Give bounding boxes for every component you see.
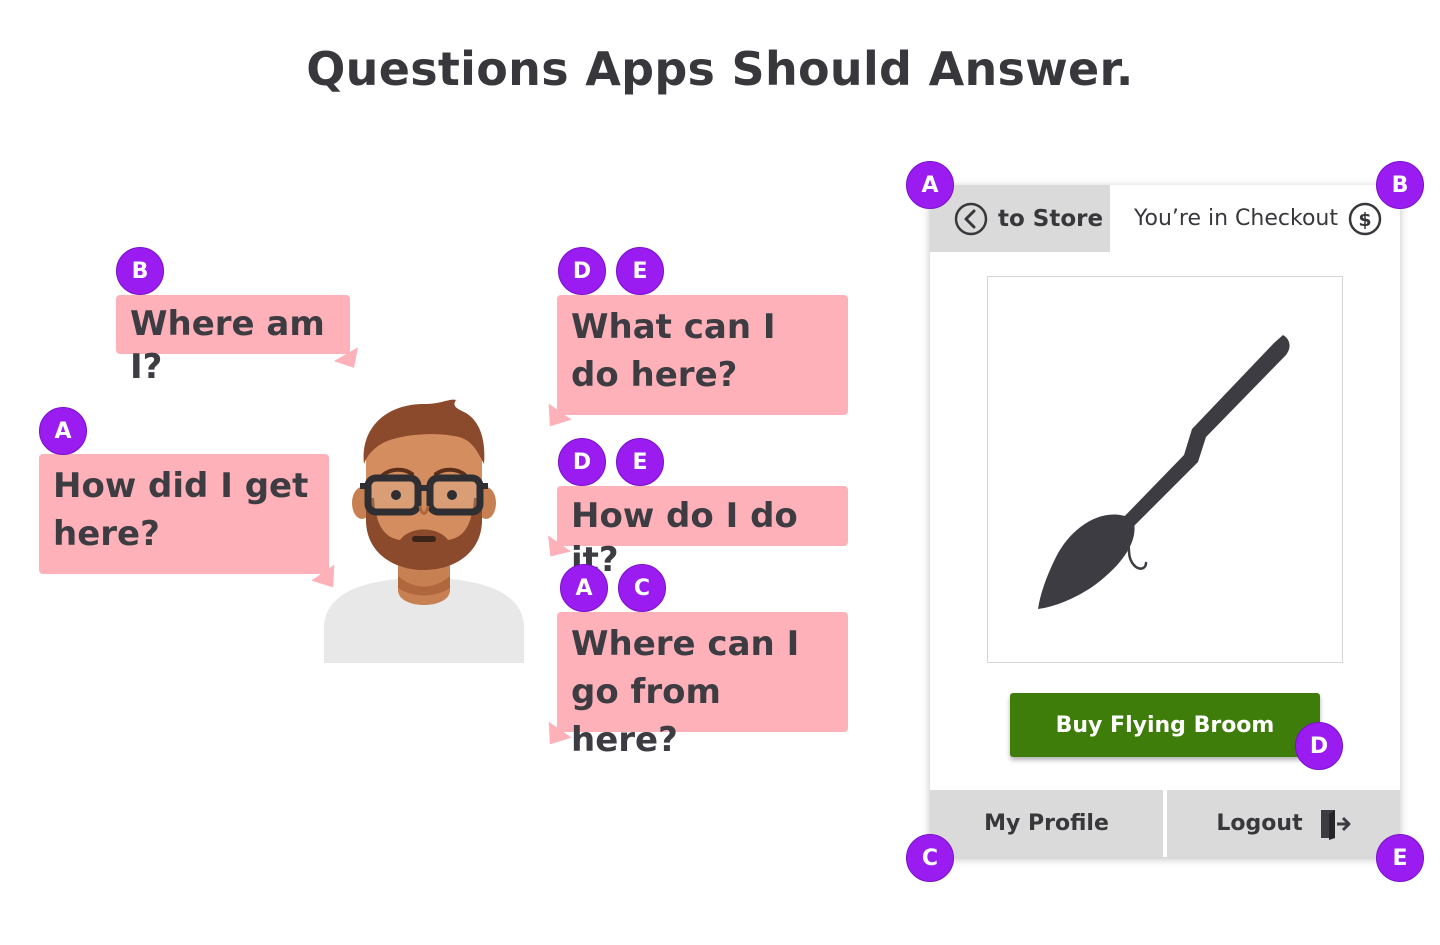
question-text: Where can I go from here?	[571, 624, 800, 760]
badge-c: C	[618, 564, 666, 612]
page-title: Questions Apps Should Answer.	[306, 42, 1134, 96]
logout-door-icon	[1320, 809, 1351, 840]
current-location-tab: You’re in Checkout $	[1110, 185, 1400, 252]
question-text: What can I do here?	[571, 307, 776, 395]
back-to-store-tab[interactable]: to Store	[930, 185, 1110, 252]
badge-e: E	[1376, 834, 1424, 882]
badge-a: A	[906, 161, 954, 209]
svg-text:$: $	[1358, 209, 1371, 231]
logout-tab[interactable]: Logout	[1167, 790, 1400, 857]
product-image-frame	[987, 276, 1343, 663]
badge-d: D	[1295, 722, 1343, 770]
badge-c: C	[906, 834, 954, 882]
badge-b: B	[1376, 161, 1424, 209]
back-tab-label: to Store	[998, 205, 1104, 232]
question-bubble-where-am-i: Where am I?	[116, 295, 350, 387]
question-bubble-how-did-i-get-here: How did I get here?	[39, 454, 329, 574]
badge-d: D	[558, 438, 606, 486]
badge-e: E	[616, 438, 664, 486]
current-tab-label: You’re in Checkout	[1134, 206, 1338, 231]
buy-flying-broom-button[interactable]: Buy Flying Broom	[1010, 693, 1320, 757]
logout-label: Logout	[1216, 811, 1303, 836]
question-text: Where am I?	[130, 304, 325, 387]
badge-a: A	[560, 564, 608, 612]
question-bubble-what-can-i-do: What can I do here?	[557, 295, 848, 415]
dollar-circle-icon: $	[1348, 202, 1382, 235]
my-profile-tab[interactable]: My Profile	[930, 790, 1163, 857]
question-bubble-where-can-i-go: Where can I go from here?	[557, 612, 848, 760]
badge-e: E	[616, 247, 664, 295]
person-avatar	[324, 399, 524, 663]
badge-b: B	[116, 247, 164, 295]
question-text: How do I do it?	[571, 496, 798, 580]
badge-a: A	[39, 407, 87, 455]
my-profile-label: My Profile	[984, 811, 1109, 836]
badge-d: D	[558, 247, 606, 295]
question-text: How did I get here?	[53, 466, 309, 554]
question-bubble-how-do-i-do-it: How do I do it?	[557, 486, 848, 580]
broom-icon	[1038, 335, 1290, 609]
chevron-left-circle-icon	[954, 202, 988, 235]
